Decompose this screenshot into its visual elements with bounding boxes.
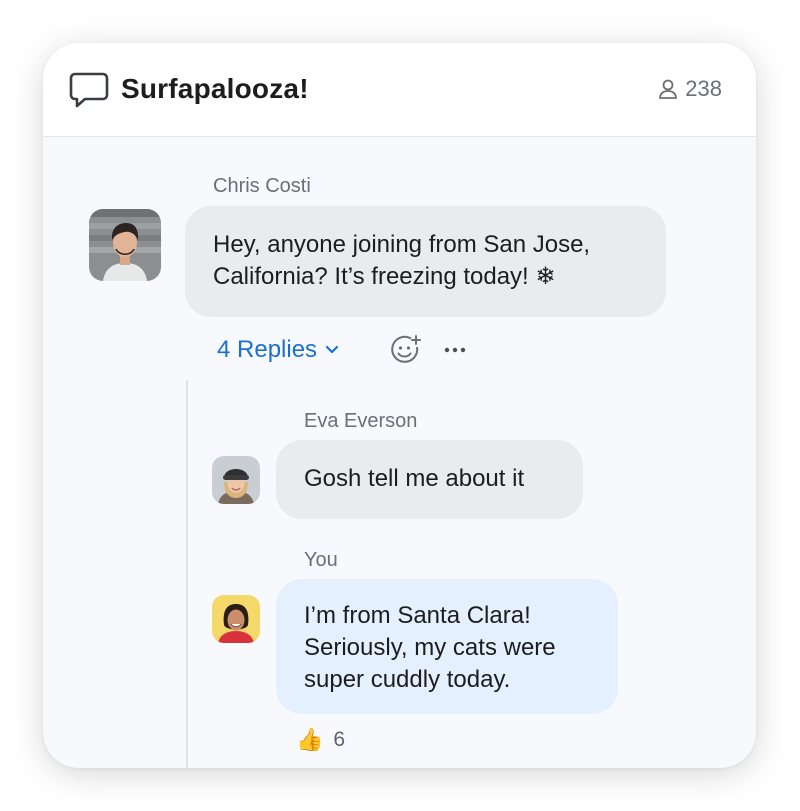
more-options-icon[interactable]: [443, 346, 467, 354]
reply-bubble[interactable]: Gosh tell me about it: [276, 440, 583, 519]
chat-panel: Surfapalooza! 238 Chris Costi Hey, anyon…: [43, 43, 756, 768]
participant-count-value: 238: [685, 76, 722, 101]
message-line: California? It’s freezing today! ❄: [213, 263, 556, 290]
reply-line: super cuddly today.: [304, 666, 511, 693]
person-icon: [659, 79, 678, 99]
reply-line: Seriously, my cats were: [304, 634, 556, 661]
thumbs-up-reaction[interactable]: 👍 6: [296, 725, 345, 755]
chat-header: Surfapalooza! 238: [43, 43, 756, 137]
chat-bubble-icon: [69, 72, 109, 108]
reply-line: Gosh tell me about it: [304, 465, 525, 492]
own-reply-bubble[interactable]: I’m from Santa Clara! Seriously, my cats…: [276, 579, 618, 714]
thumbs-up-icon: 👍: [296, 727, 324, 752]
reaction-count: 6: [333, 728, 346, 751]
avatar-eva[interactable]: [212, 456, 260, 504]
message-sender: Chris Costi: [213, 175, 311, 197]
avatar-chris[interactable]: [89, 209, 161, 281]
message-bubble[interactable]: Hey, anyone joining from San Jose, Calif…: [185, 206, 666, 317]
message-line: Hey, anyone joining from San Jose,: [213, 231, 591, 258]
reply-sender: You: [304, 549, 338, 571]
add-reaction-icon[interactable]: [389, 334, 422, 366]
reply-line: I’m from Santa Clara!: [304, 602, 531, 629]
thread-line: [186, 380, 188, 768]
reply-sender: Eva Everson: [304, 410, 418, 432]
replies-label: 4 Replies: [217, 336, 318, 363]
participant-count[interactable]: 238: [657, 76, 722, 102]
avatar-you[interactable]: [212, 595, 260, 643]
message-actions: 4 Replies: [217, 334, 467, 366]
chevron-down-icon: [325, 345, 339, 354]
replies-toggle[interactable]: 4 Replies: [217, 336, 339, 364]
chat-title: Surfapalooza!: [121, 73, 309, 104]
